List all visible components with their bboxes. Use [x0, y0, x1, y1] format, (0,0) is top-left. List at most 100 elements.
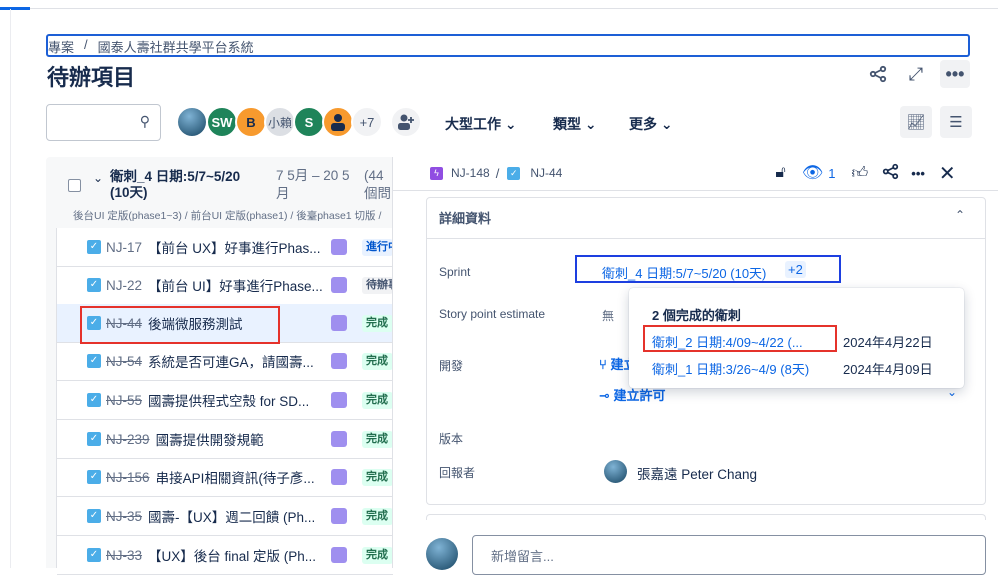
- completed-sprint-link[interactable]: 衛刺_1 日期:3/26~4/9 (8天): [652, 359, 809, 378]
- status-badge[interactable]: 完成: [362, 352, 393, 370]
- issue-row[interactable]: ✓ NJ-54 系統是否可連GA，請國壽... 完成: [57, 342, 393, 381]
- avatar-user-icon[interactable]: [322, 106, 354, 138]
- status-badge[interactable]: 完成: [362, 468, 393, 486]
- issue-key[interactable]: NJ-55: [106, 393, 142, 408]
- view-settings-icon[interactable]: ☰: [940, 106, 972, 138]
- lock-icon[interactable]: 🔓︎: [775, 164, 785, 182]
- status-badge[interactable]: 完成: [362, 391, 393, 409]
- issue-type-task-icon: ✓: [87, 278, 101, 292]
- insights-icon[interactable]: 📈︎: [900, 106, 932, 138]
- watcher-count[interactable]: 1: [828, 166, 835, 181]
- breadcrumb-project-name[interactable]: 國泰人壽社群共學平台系統: [98, 37, 254, 55]
- issue-summary[interactable]: 系統是否可連GA，請國壽...: [148, 351, 314, 371]
- sprint-dates: 7 5月 – 20 5 月: [276, 168, 350, 201]
- avatar[interactable]: SW: [206, 106, 238, 138]
- sprint-issue-count: (44 個問題): [364, 168, 391, 201]
- sprint-select-checkbox[interactable]: [68, 179, 81, 192]
- chevron-down-icon: ⌄: [504, 116, 517, 132]
- status-badge[interactable]: 進行中: [362, 238, 393, 256]
- issue-type-task-icon: ✓: [87, 509, 101, 523]
- chevron-down-icon[interactable]: ⌄: [93, 171, 103, 185]
- breadcrumb-projects[interactable]: 專案: [48, 37, 74, 55]
- issue-row[interactable]: ✓ NJ-55 國壽提供程式空殼 for SD... 完成: [57, 381, 393, 420]
- parent-issue-link[interactable]: NJ-148: [451, 166, 490, 180]
- issue-key[interactable]: NJ-35: [106, 509, 142, 524]
- status-badge[interactable]: 完成: [362, 430, 393, 448]
- like-icon[interactable]: 👍︎: [852, 164, 869, 183]
- watch-icon[interactable]: 👁︎: [802, 163, 824, 183]
- issue-summary[interactable]: 國壽提供程式空殼 for SD...: [148, 390, 309, 410]
- more-icon[interactable]: •••: [911, 166, 925, 181]
- top-divider: [0, 8, 998, 9]
- more-avatars[interactable]: +7: [351, 106, 383, 138]
- avatar[interactable]: S: [293, 106, 325, 138]
- issue-row[interactable]: ✓ NJ-35 國壽-【UX】週二回饋 (Ph... 完成: [57, 497, 393, 536]
- epic-color-icon: [331, 392, 347, 408]
- sprint-value-link[interactable]: 衛刺_4 日期:5/7~5/20 (10天): [602, 263, 766, 282]
- chevron-down-icon: ⌄: [660, 116, 673, 132]
- share-icon[interactable]: [865, 62, 891, 86]
- completed-sprints-popup: 2 個完成的衛刺 衛刺_2 日期:4/09~4/22 (... 2024年4月2…: [629, 288, 964, 388]
- active-tab-indicator: [0, 7, 30, 10]
- fullscreen-icon[interactable]: ⤢: [903, 62, 929, 86]
- details-heading[interactable]: 詳細資料: [439, 208, 491, 227]
- chevron-up-icon[interactable]: ⌃: [955, 208, 965, 222]
- close-icon[interactable]: ✕: [939, 161, 956, 186]
- issue-key[interactable]: NJ-156: [106, 470, 150, 485]
- filter-more[interactable]: 更多 ⌄: [629, 114, 673, 134]
- issue-detail-header: ϟ NJ-148 / ✓ NJ-44 🔓︎ 👁︎ 1 👍︎ ••• ✕: [392, 157, 998, 189]
- issue-type-task-icon: ✓: [87, 548, 101, 562]
- highlight-box: [80, 306, 280, 344]
- issue-summary[interactable]: 【前台 UX】好事進行Phas...: [148, 237, 321, 257]
- issue-summary[interactable]: 國壽-【UX】週二回饋 (Ph...: [148, 506, 315, 526]
- issue-summary[interactable]: 【前台 UI】好事進行Phase...: [148, 275, 323, 295]
- issue-summary[interactable]: 國壽提供開發規範: [156, 429, 264, 449]
- status-badge[interactable]: 完成: [362, 546, 393, 564]
- share-icon[interactable]: [882, 163, 899, 183]
- issue-row[interactable]: ✓ NJ-22 【前台 UI】好事進行Phase... 待辦事項: [57, 266, 393, 305]
- status-badge[interactable]: 完成: [362, 507, 393, 525]
- reporter-avatar: [604, 460, 627, 483]
- comment-input[interactable]: 新增留言...: [472, 535, 986, 575]
- issue-key[interactable]: NJ-54: [106, 354, 142, 369]
- issue-row[interactable]: ✓ NJ-156 串接API相關資訊(待子彥... 完成: [57, 458, 393, 497]
- sprint-goal: 後台UI 定版(phase1~3) / 前台UI 定版(phase1) / 後臺…: [73, 210, 382, 222]
- more-actions-button[interactable]: •••: [940, 60, 970, 88]
- story-point-value[interactable]: 無: [602, 307, 614, 324]
- avatar[interactable]: B: [235, 106, 267, 138]
- epic-color-icon: [331, 315, 347, 331]
- epic-icon: ϟ: [430, 166, 443, 180]
- issue-key[interactable]: NJ-17: [106, 240, 142, 255]
- issue-row[interactable]: ✓ NJ-17 【前台 UX】好事進行Phas... 進行中: [57, 228, 393, 267]
- sprint-name: 衛刺_4 日期:5/7~5/20 (10天): [110, 169, 241, 200]
- issue-row[interactable]: ✓ NJ-33 【UX】後台 final 定版 (Ph... 完成: [57, 536, 393, 575]
- issue-list: ✓ NJ-17 【前台 UX】好事進行Phas... 進行中✓ NJ-22 【前…: [56, 228, 393, 575]
- epic-color-icon: [331, 508, 347, 524]
- add-people-icon[interactable]: [390, 106, 422, 138]
- issue-type-task-icon: ✓: [87, 240, 101, 254]
- branch-icon: ⑂: [599, 357, 607, 372]
- filter-type[interactable]: 類型 ⌄: [553, 114, 597, 134]
- status-badge[interactable]: 待辦事項: [362, 276, 393, 294]
- avatar[interactable]: 小賴: [264, 106, 296, 138]
- issue-key[interactable]: NJ-22: [106, 278, 142, 293]
- status-badge[interactable]: 完成: [362, 314, 393, 332]
- issue-summary[interactable]: 串接API相關資訊(待子彥...: [156, 467, 315, 487]
- page-title: 待辦項目: [47, 65, 136, 90]
- issue-key[interactable]: NJ-33: [106, 548, 142, 563]
- search-input[interactable]: ⚲: [46, 104, 161, 141]
- reporter-name[interactable]: 張嘉遠 Peter Chang: [637, 463, 757, 483]
- issue-key-link[interactable]: NJ-44: [530, 166, 562, 180]
- epic-color-icon: [331, 431, 347, 447]
- issue-key[interactable]: NJ-239: [106, 432, 150, 447]
- issue-summary[interactable]: 【UX】後台 final 定版 (Ph...: [148, 545, 316, 565]
- sprint-more-badge[interactable]: +2: [785, 261, 806, 278]
- current-user-avatar: [426, 538, 458, 570]
- breadcrumb: 專案 / 國泰人壽社群共學平台系統: [46, 34, 970, 57]
- sprint-label: Sprint: [439, 265, 471, 279]
- issue-type-task-icon: ✓: [87, 354, 101, 368]
- avatar[interactable]: [176, 106, 208, 138]
- epic-color-icon: [331, 469, 347, 485]
- filter-epic[interactable]: 大型工作 ⌄: [445, 114, 517, 134]
- issue-row[interactable]: ✓ NJ-239 國壽提供開發規範 完成: [57, 420, 393, 459]
